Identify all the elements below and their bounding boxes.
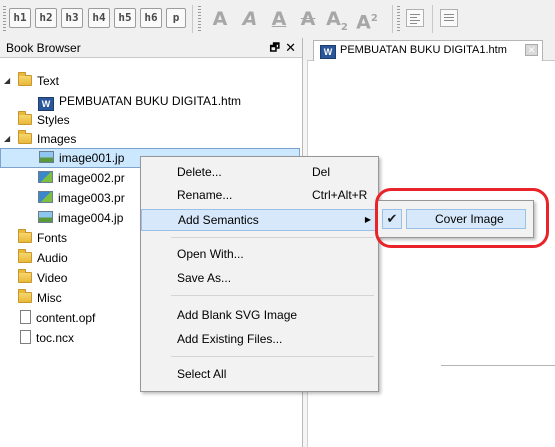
tab-html-file[interactable]: W PEMBUATAN BUKU DIGITA1.htm ✕: [313, 40, 543, 61]
menu-item-shortcut: Ctrl+Alt+R: [312, 188, 368, 202]
menu-separator: [171, 237, 374, 238]
menu-item-label: Save As...: [177, 271, 232, 285]
heading-h4-button[interactable]: h4: [88, 8, 110, 28]
tree-item-label: Audio: [37, 251, 68, 265]
menu-item-label: Open With...: [177, 247, 244, 261]
image-icon: [39, 151, 54, 163]
menu-item-open-with[interactable]: Open With...: [143, 243, 376, 265]
menu-item-add-blank-svg[interactable]: Add Blank SVG Image: [143, 304, 376, 326]
tree-item-toc-ncx[interactable]: toc.ncx: [20, 328, 74, 348]
tree-item-image002[interactable]: image002.pr: [38, 168, 125, 188]
menu-item-add-existing-files[interactable]: Add Existing Files...: [143, 328, 376, 350]
menu-separator: [171, 295, 374, 296]
heading-h5-button[interactable]: h5: [114, 8, 136, 28]
toolbar-grip[interactable]: [397, 6, 400, 32]
tree-item-image004[interactable]: image004.jp: [38, 208, 123, 228]
context-menu: Delete... Del Rename... Ctrl+Alt+R Add S…: [140, 156, 379, 392]
word-doc-icon: W: [38, 97, 54, 111]
tree-folder-fonts[interactable]: Fonts: [18, 228, 67, 248]
folder-icon: [18, 229, 32, 243]
tree-folder-styles[interactable]: Styles: [18, 110, 70, 130]
toolbar-separator: [432, 5, 433, 33]
tree-folder-misc[interactable]: Misc: [18, 288, 62, 308]
menu-item-delete[interactable]: Delete... Del: [143, 161, 376, 183]
menu-item-label: Add Blank SVG Image: [177, 308, 298, 322]
tree-item-label: Video: [37, 271, 68, 285]
folder-icon: [18, 269, 32, 283]
tree-folder-text[interactable]: ◢ Text: [4, 71, 59, 91]
superscript-icon[interactable]: A2: [354, 6, 380, 33]
undock-icon[interactable]: 🗗: [270, 38, 280, 58]
menu-item-save-as[interactable]: Save As...: [143, 267, 376, 289]
menu-item-select-all[interactable]: Select All: [143, 363, 376, 385]
align-center-icon[interactable]: [440, 9, 458, 27]
folder-icon: [18, 130, 32, 144]
editor-tab-bar: W PEMBUATAN BUKU DIGITA1.htm ✕: [303, 38, 555, 61]
menu-item-label: Add Existing Files...: [177, 332, 283, 346]
file-icon: [20, 330, 31, 344]
menu-item-shortcut: Del: [312, 165, 331, 179]
menu-item-label: Add Semantics: [178, 213, 259, 227]
tree-folder-images[interactable]: ◢ Images: [4, 129, 76, 149]
image-icon: [38, 191, 53, 203]
panel-title: Book Browser: [6, 41, 81, 55]
tree-folder-audio[interactable]: Audio: [18, 248, 68, 268]
heading-h2-button[interactable]: h2: [35, 8, 57, 28]
tree-item-label: image004.jp: [58, 211, 124, 225]
toolbar-separator: [192, 5, 193, 33]
strikethrough-icon[interactable]: A: [295, 6, 321, 32]
tree-item-html-file[interactable]: W PEMBUATAN BUKU DIGITA1.htm: [38, 91, 241, 111]
menu-separator: [171, 356, 374, 357]
tree-item-label: image002.pr: [58, 171, 125, 185]
folder-icon: [18, 289, 32, 303]
align-left-icon[interactable]: [406, 9, 424, 27]
underline-icon[interactable]: A: [266, 6, 292, 32]
tree-item-label: PEMBUATAN BUKU DIGITA1.htm: [59, 94, 242, 108]
formatting-toolbar: h1 h2 h3 h4 h5 h6 p A A A A A2 A2: [0, 0, 555, 39]
book-browser-header: Book Browser 🗗 ✕: [0, 38, 302, 58]
tree-item-image003[interactable]: image003.pr: [38, 188, 125, 208]
bold-icon[interactable]: A: [207, 6, 233, 32]
heading-h6-button[interactable]: h6: [140, 8, 162, 28]
tree-folder-video[interactable]: Video: [18, 268, 67, 288]
tree-item-label: image003.pr: [58, 191, 125, 205]
file-icon: [20, 310, 31, 324]
tree-item-label: Text: [37, 74, 60, 88]
submenu-arrow-icon: ▶: [364, 215, 371, 224]
expand-arrow-icon[interactable]: ◢: [4, 129, 10, 149]
tree-item-label: image001.jp: [59, 151, 125, 165]
tree-item-label: content.opf: [36, 311, 96, 325]
expand-arrow-icon[interactable]: ◢: [4, 71, 10, 91]
menu-item-label: Delete...: [177, 165, 222, 179]
horizontal-rule: [441, 365, 555, 366]
tree-item-label: Fonts: [37, 231, 68, 245]
menu-item-label: Select All: [177, 367, 227, 381]
tab-close-icon[interactable]: ✕: [525, 44, 538, 56]
folder-icon: [18, 72, 32, 86]
tree-item-content-opf[interactable]: content.opf: [20, 308, 95, 328]
folder-icon: [18, 249, 32, 263]
close-icon[interactable]: ✕: [285, 38, 296, 58]
paragraph-button[interactable]: p: [166, 8, 186, 28]
tree-item-label: Misc: [37, 291, 62, 305]
word-doc-icon: W: [320, 45, 336, 59]
tree-item-label: Images: [37, 132, 77, 146]
menu-item-add-semantics[interactable]: Add Semantics ▶: [141, 209, 378, 231]
heading-h3-button[interactable]: h3: [61, 8, 83, 28]
heading-h1-button[interactable]: h1: [9, 8, 31, 28]
annotation-highlight-oval: [375, 188, 549, 248]
folder-icon: [18, 111, 32, 125]
toolbar-separator: [392, 5, 393, 33]
image-icon: [38, 171, 53, 183]
tree-item-label: toc.ncx: [36, 331, 75, 345]
image-icon: [38, 211, 53, 223]
tree-item-label: Styles: [37, 113, 70, 127]
toolbar-grip[interactable]: [3, 6, 6, 32]
menu-item-label: Rename...: [177, 188, 233, 202]
tab-label: PEMBUATAN BUKU DIGITA1.htm: [340, 44, 507, 56]
italic-icon[interactable]: A: [237, 6, 263, 32]
toolbar-grip[interactable]: [198, 6, 201, 32]
menu-item-rename[interactable]: Rename... Ctrl+Alt+R: [143, 184, 376, 206]
subscript-icon[interactable]: A2: [324, 6, 350, 33]
